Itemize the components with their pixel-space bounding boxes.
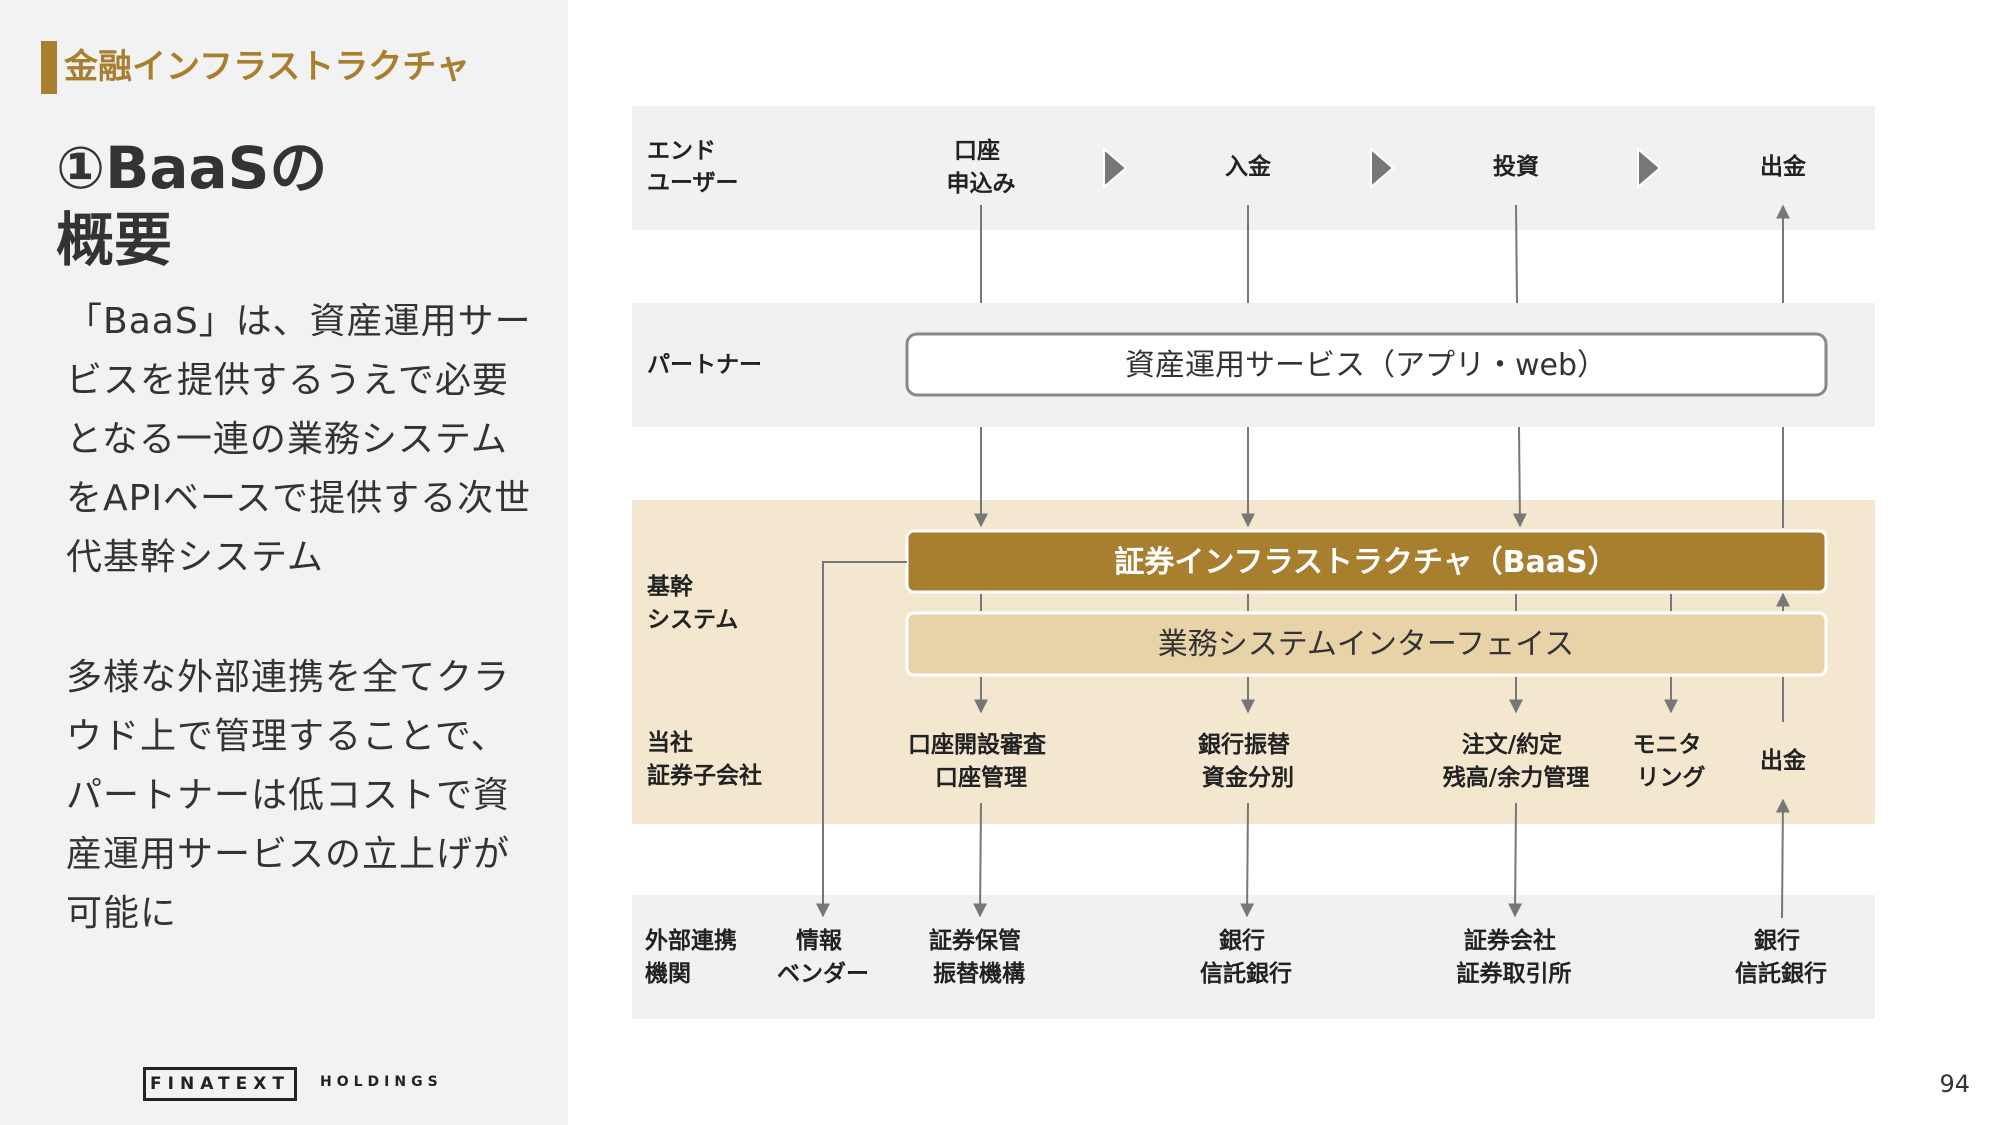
company-item-withdraw: 出金	[1760, 747, 1807, 774]
interface-label: 業務システムインターフェイス	[1158, 627, 1574, 662]
connector-arrow	[1508, 802, 1523, 918]
baas-label: 証券インフラストラクチャ（BaaS）	[1114, 545, 1617, 580]
connector-arrow	[973, 802, 988, 918]
step-invest: 投資	[1493, 153, 1539, 180]
connector-line	[1515, 204, 1518, 304]
connector-arrow	[1512, 426, 1527, 528]
step-deposit: 入金	[1225, 153, 1272, 180]
row-label-partner: パートナー	[647, 352, 762, 378]
connector-arrow	[1775, 798, 1790, 919]
step-withdraw: 出金	[1760, 153, 1807, 180]
external-band	[632, 895, 1875, 1019]
partner-service-label: 資産運用サービス（アプリ・web）	[1125, 348, 1607, 383]
baas-architecture-diagram: エンド ユーザー パートナー 基幹 システム 当社 証券子会社 外部連携 機関 …	[632, 106, 1875, 1019]
connector-arrow	[1240, 802, 1255, 918]
